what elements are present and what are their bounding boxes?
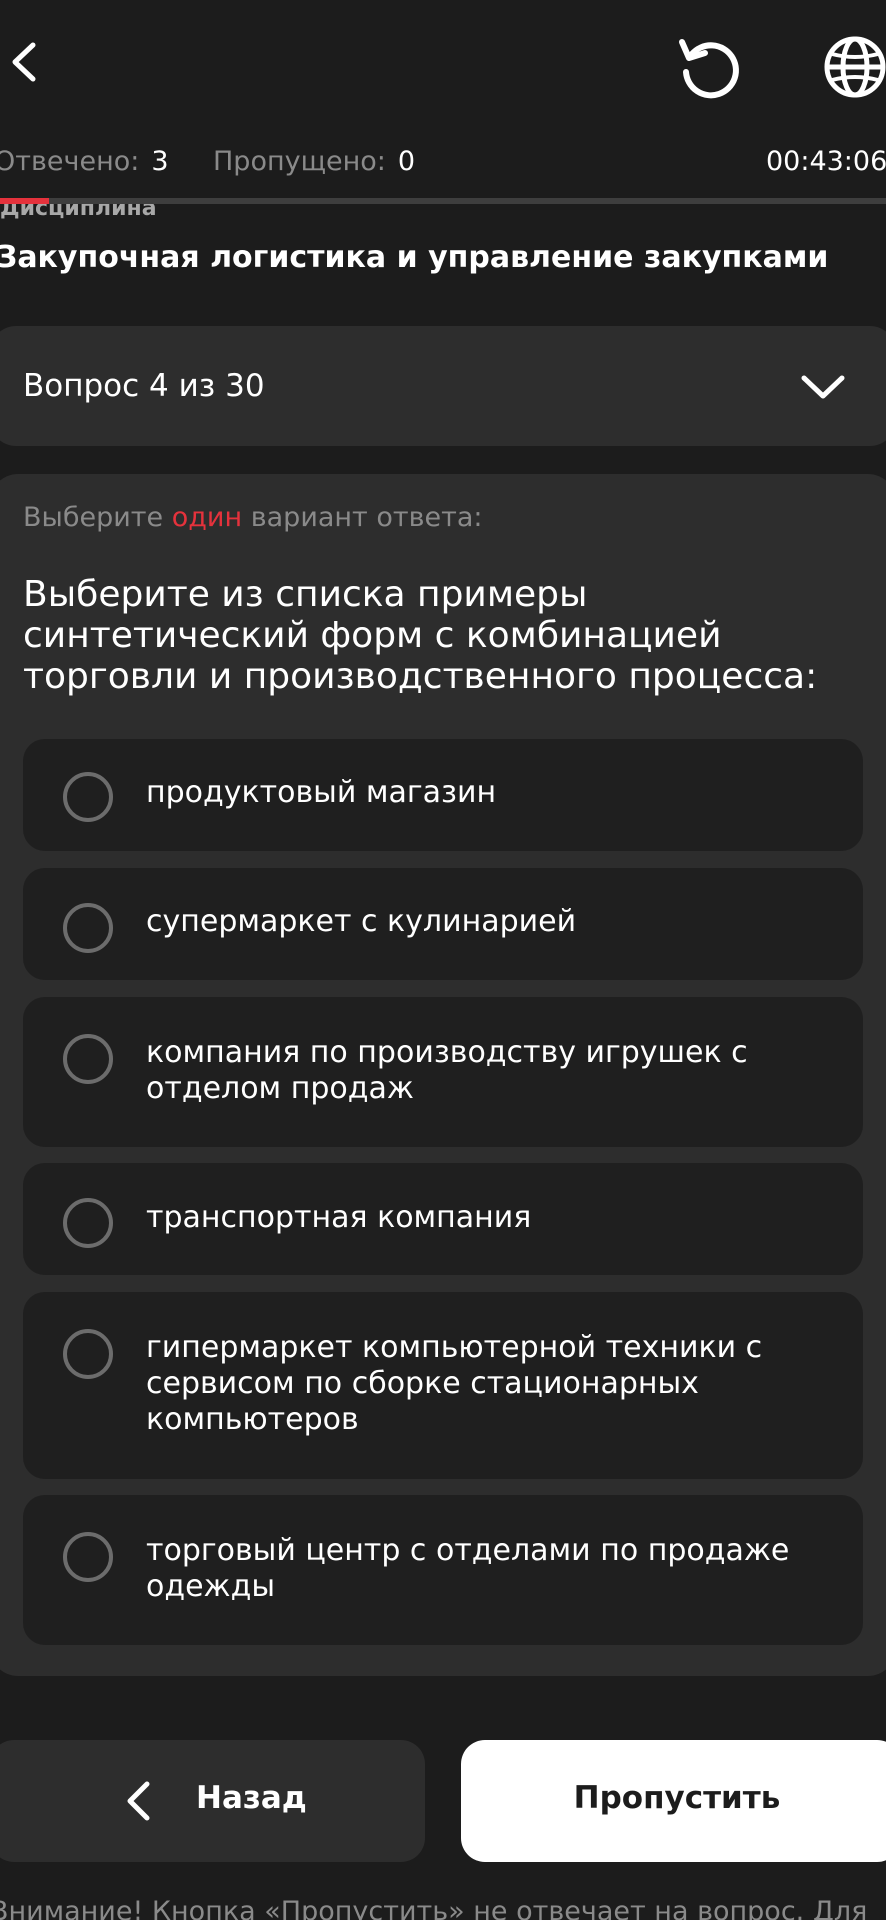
discipline-title: Закупочная логистика и управление закупк… — [0, 240, 829, 275]
radio-button[interactable] — [63, 1329, 113, 1379]
reset-button[interactable] — [672, 30, 746, 104]
radio-button[interactable] — [63, 1198, 113, 1248]
option-label: транспортная компания — [146, 1200, 532, 1235]
stats-row: Отвечено: 3 Пропущено: 0 00:43:06 — [0, 146, 886, 186]
previous-button-label: Назад — [196, 1780, 307, 1816]
back-button[interactable] — [0, 30, 50, 94]
question-card: Выберите один вариант ответа: Выберите и… — [0, 474, 886, 1676]
answer-option[interactable]: транспортная компания — [23, 1163, 863, 1275]
skip-button-label: Пропустить — [573, 1780, 781, 1816]
radio-button[interactable] — [63, 1034, 113, 1084]
answered-label: Отвечено: — [0, 146, 140, 177]
option-label: супермаркет с кулинарией — [146, 904, 577, 939]
answer-option[interactable]: супермаркет с кулинарией — [23, 868, 863, 980]
question-selector[interactable]: Вопрос 4 из 30 — [0, 326, 886, 446]
globe-icon — [824, 36, 886, 98]
skip-button[interactable]: Пропустить — [461, 1740, 886, 1862]
radio-button[interactable] — [63, 903, 113, 953]
skipped-count: 0 — [397, 146, 416, 177]
option-label: гипермаркет компьютерной техники с серви… — [146, 1330, 763, 1437]
option-label: компания по производству игрушек с отдел… — [146, 1035, 748, 1106]
answer-option[interactable]: компания по производству игрушек с отдел… — [23, 997, 863, 1147]
question-number: Вопрос 4 из 30 — [23, 368, 265, 404]
answer-option[interactable]: торговый центр с отделами по продаже оде… — [23, 1495, 863, 1645]
timer: 00:43:06 — [766, 146, 886, 177]
chevron-left-icon — [12, 42, 36, 82]
answered-count: 3 — [151, 146, 169, 177]
skipped-label: Пропущено: — [213, 146, 386, 177]
refresh-icon — [679, 39, 739, 99]
answer-instruction: Выберите один вариант ответа: — [23, 502, 483, 533]
option-label: торговый центр с отделами по продаже оде… — [146, 1533, 790, 1604]
chevron-left-icon — [127, 1781, 150, 1821]
instruction-accent: один — [171, 502, 243, 533]
skipped-stat: Пропущено: 0 — [213, 146, 415, 177]
progress-fill — [0, 198, 49, 204]
language-button[interactable] — [818, 30, 886, 104]
question-text: Выберите из списка примеры синтетический… — [23, 574, 818, 697]
answer-option[interactable]: продуктовый магазин — [23, 739, 863, 851]
previous-button[interactable]: Назад — [0, 1740, 425, 1862]
progress-bar — [0, 198, 886, 204]
instruction-prefix: Выберите — [23, 502, 164, 533]
answered-stat: Отвечено: 3 — [0, 146, 169, 177]
chevron-down-icon — [801, 375, 845, 399]
skip-warning-note: Внимание! Кнопка «Пропустить» не отвечае… — [0, 1896, 868, 1920]
answer-option[interactable]: гипермаркет компьютерной техники с серви… — [23, 1292, 863, 1479]
instruction-suffix: вариант ответа: — [250, 502, 483, 533]
top-bar — [0, 0, 886, 130]
test-screen: Отвечено: 3 Пропущено: 0 00:43:06 Дисципли… — [0, 0, 886, 1920]
radio-button[interactable] — [63, 1532, 113, 1582]
option-label: продуктовый магазин — [146, 775, 497, 810]
radio-button[interactable] — [63, 772, 113, 822]
